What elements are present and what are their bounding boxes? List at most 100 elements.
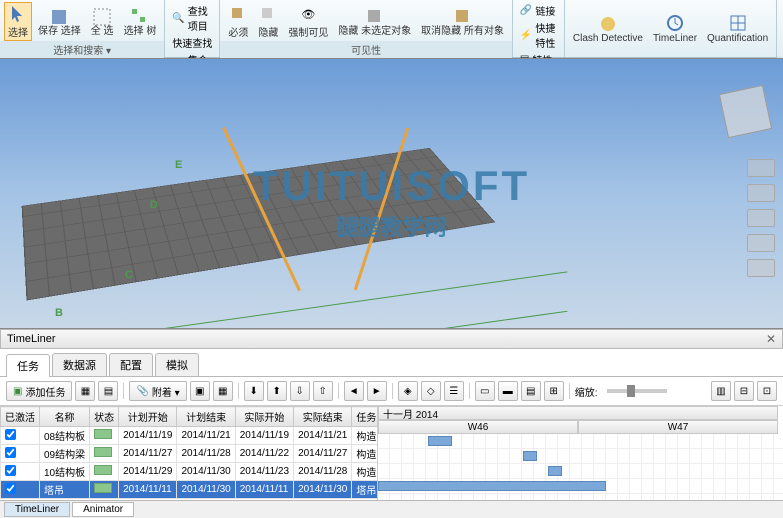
col-header[interactable]: 实际开始: [235, 407, 293, 427]
table-row[interactable]: 08结构板 2014/11/19 2014/11/21 2014/11/19 2…: [1, 427, 379, 445]
tb-btn[interactable]: ▥: [711, 381, 731, 401]
select-btn[interactable]: 选择: [4, 2, 32, 41]
tb-btn[interactable]: ▬: [498, 381, 518, 401]
status-icon: [94, 429, 112, 439]
tab-模拟[interactable]: 模拟: [155, 353, 199, 376]
active-checkbox[interactable]: [5, 465, 16, 476]
close-icon[interactable]: ✕: [766, 332, 776, 346]
zoom-slider[interactable]: [607, 389, 667, 393]
tb-btn[interactable]: ☰: [444, 381, 464, 401]
tb-btn[interactable]: ⊡: [757, 381, 777, 401]
viewcube[interactable]: [719, 85, 772, 138]
tb-btn[interactable]: ▣: [190, 381, 210, 401]
table-row[interactable]: 10结构板 2014/11/29 2014/11/30 2014/11/23 2…: [1, 463, 379, 481]
gantt-chart[interactable]: 十一月 2014 W46W47: [378, 406, 783, 500]
clock-icon: [665, 13, 685, 33]
req-btn[interactable]: 必须: [224, 2, 252, 41]
quick-find-btn[interactable]: 快速查找: [169, 34, 215, 51]
search-icon: 🔍: [172, 13, 184, 24]
tb-btn[interactable]: ⬇: [244, 381, 264, 401]
tb-btn[interactable]: ►: [367, 381, 387, 401]
tb-btn[interactable]: ◄: [344, 381, 364, 401]
add-task-btn[interactable]: ▣添加任务: [6, 381, 72, 401]
hide-unsel-btn[interactable]: 隐藏 未选定对象: [334, 2, 415, 41]
nav-tool[interactable]: [747, 159, 775, 177]
force-vis-btn[interactable]: 👁强制可见: [284, 2, 332, 41]
gantt-bar[interactable]: [378, 481, 606, 491]
plan-end: 2014/11/21: [177, 427, 235, 445]
attach-btn[interactable]: 📎附着 ▾: [129, 381, 186, 401]
col-header[interactable]: 实际结束: [294, 407, 352, 427]
tb-btn[interactable]: ◇: [421, 381, 441, 401]
unhide-btn[interactable]: 取消隐藏 所有对象: [417, 2, 508, 41]
tb-btn[interactable]: ⊟: [734, 381, 754, 401]
tab-数据源[interactable]: 数据源: [52, 353, 107, 376]
tb-btn[interactable]: ▦: [213, 381, 233, 401]
tb-btn[interactable]: ▦: [75, 381, 95, 401]
tb-btn[interactable]: ▭: [475, 381, 495, 401]
viewport-3d[interactable]: A B C D E TUITUISOFT 腿腿教学网: [0, 58, 783, 329]
active-checkbox[interactable]: [5, 429, 16, 440]
actual-end: 2014/11/27: [294, 445, 352, 463]
sel-tree-btn[interactable]: 选择 树: [120, 2, 161, 41]
bolt-icon: ⚡: [520, 30, 532, 41]
model-slab: [22, 148, 496, 301]
tb-btn[interactable]: ▤: [521, 381, 541, 401]
save-sel-btn[interactable]: 保存 选择: [34, 2, 85, 41]
grid-label: D: [150, 199, 158, 211]
tb-btn[interactable]: ⇩: [290, 381, 310, 401]
col-header[interactable]: 状态: [90, 407, 119, 427]
table-row[interactable]: 09结构梁 2014/11/27 2014/11/28 2014/11/22 2…: [1, 445, 379, 463]
quant-btn[interactable]: Quantification: [703, 2, 772, 55]
tab-配置[interactable]: 配置: [109, 353, 153, 376]
table-row[interactable]: 塔吊 2014/11/11 2014/11/30 2014/11/11 2014…: [1, 481, 379, 499]
tab-任务[interactable]: 任务: [6, 354, 50, 377]
tb-btn[interactable]: ▤: [98, 381, 118, 401]
col-header[interactable]: 计划结束: [177, 407, 235, 427]
hide-btn[interactable]: 隐藏: [254, 2, 282, 41]
tb-btn[interactable]: ⇧: [313, 381, 333, 401]
panel-titlebar: TimeLiner ✕: [0, 329, 783, 349]
task-name: 10结构板: [40, 463, 90, 481]
grid-label: B: [55, 307, 63, 319]
bottom-tab-Animator[interactable]: Animator: [72, 502, 134, 517]
plan-start: 2014/11/11: [119, 481, 177, 499]
bottom-tabs: TimeLinerAnimator: [0, 500, 783, 518]
tree-icon: [130, 7, 150, 27]
active-checkbox[interactable]: [5, 483, 16, 494]
cube-icon: [228, 4, 248, 24]
nav-tool[interactable]: [747, 209, 775, 227]
gantt-bar[interactable]: [428, 436, 452, 446]
group-label: 选择和搜索 ▾: [0, 41, 164, 58]
col-header[interactable]: 计划开始: [119, 407, 177, 427]
tb-btn[interactable]: ⬆: [267, 381, 287, 401]
tb-btn[interactable]: ◈: [398, 381, 418, 401]
clash-btn[interactable]: Clash Detective: [569, 2, 647, 55]
tb-btn[interactable]: ⊞: [544, 381, 564, 401]
bottom-tab-TimeLiner[interactable]: TimeLiner: [4, 502, 70, 517]
nav-tool[interactable]: [747, 184, 775, 202]
timeliner-btn[interactable]: TimeLiner: [649, 2, 701, 55]
eye-icon: 👁: [298, 4, 318, 24]
hide-unsel-icon: [365, 7, 385, 27]
col-header[interactable]: 已激活: [1, 407, 40, 427]
quick-prop-btn[interactable]: ⚡快捷特性: [517, 19, 560, 51]
gantt-bar[interactable]: [523, 451, 537, 461]
all-btn[interactable]: 全 选: [87, 2, 118, 41]
nav-tool[interactable]: [747, 259, 775, 277]
col-header[interactable]: 名称: [40, 407, 90, 427]
plan-end: 2014/11/28: [177, 445, 235, 463]
find-project-btn[interactable]: 🔍查找项目: [169, 2, 215, 34]
attach-icon: 📎: [136, 386, 148, 397]
gantt-bar[interactable]: [548, 466, 562, 476]
task-name: 塔吊: [40, 481, 90, 499]
col-header[interactable]: 任务类型: [352, 407, 378, 427]
cursor-icon: [8, 4, 28, 24]
grid-label: E: [175, 159, 182, 171]
active-checkbox[interactable]: [5, 447, 16, 458]
link-btn[interactable]: 🔗链接: [517, 2, 560, 19]
link-icon: 🔗: [520, 5, 532, 16]
nav-tool[interactable]: [747, 234, 775, 252]
gantt-row: [378, 479, 783, 494]
task-name: 08结构板: [40, 427, 90, 445]
